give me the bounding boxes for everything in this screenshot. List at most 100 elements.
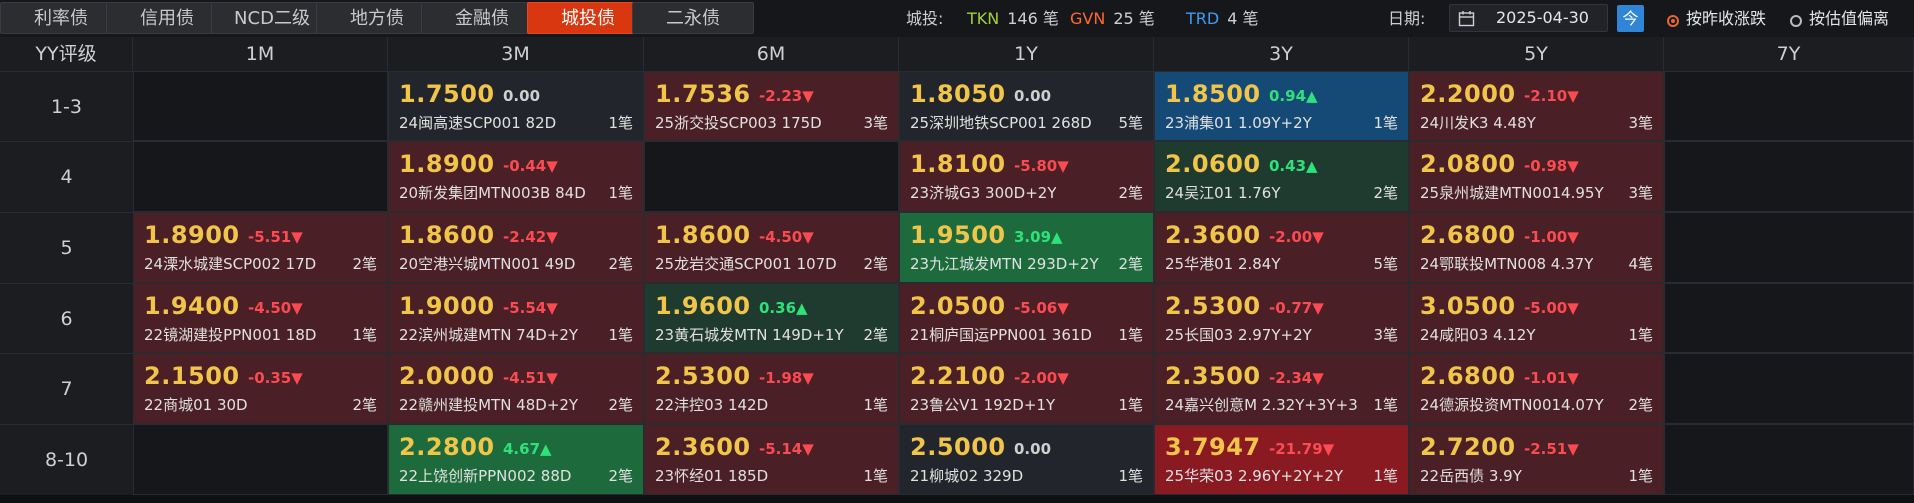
quote-cell[interactable]: 2.3600 -5.14▼ 23怀经01 185D 1笔 <box>644 424 899 495</box>
quote-cell[interactable]: 1.9000 -5.54▼ 22滨州城建MTN 74D+2Y 1笔 <box>388 283 644 353</box>
tab-6[interactable]: 二永债 <box>632 2 754 34</box>
quote-cell[interactable]: 2.0600 0.43▲ 24吴江01 1.76Y 2笔 <box>1154 141 1409 212</box>
quote-cell[interactable]: 1.9500 3.09▲ 23九江城发MTN 293D+2Y 2笔 <box>899 212 1154 283</box>
date-value[interactable]: 2025-04-30 <box>1496 5 1589 31</box>
quote-rate: 2.1500 <box>144 362 240 390</box>
quote-change: 0.00 <box>1014 87 1052 105</box>
tab-3[interactable]: 地方债 <box>316 2 438 34</box>
quote-cell[interactable]: 2.2000 -2.10▼ 24川发K3 4.48Y 3笔 <box>1409 71 1664 141</box>
quote-change: 0.36▲ <box>759 299 808 317</box>
trade-count: 2笔 <box>1118 184 1143 202</box>
bond-name: 21柳城02 329D <box>910 467 1024 485</box>
quote-cell[interactable]: 2.3500 -2.34▼ 24嘉兴创意M 2.32Y+3Y+3 1笔 <box>1154 353 1409 424</box>
quote-cell[interactable]: 1.8600 -4.50▼ 25龙岩交通SCP001 107D 2笔 <box>644 212 899 283</box>
quote-cell[interactable]: 2.0800 -0.98▼ 25泉州城建MTN0014.95Y 3笔 <box>1409 141 1664 212</box>
quote-rate: 2.0600 <box>1165 150 1261 178</box>
quote-cell[interactable]: 1.7500 0.00 24闽高速SCP001 82D 1笔 <box>388 71 644 141</box>
quote-change: -1.98▼ <box>759 369 814 387</box>
quote-rate: 3.7947 <box>1165 433 1261 461</box>
bond-name: 23九江城发MTN 293D+2Y <box>910 255 1099 273</box>
tab-0[interactable]: 利率债 <box>0 2 122 34</box>
radio-selected-icon[interactable] <box>1667 15 1679 27</box>
tab-5[interactable]: 城投债 <box>527 2 649 34</box>
quote-rate: 2.6800 <box>1420 221 1516 249</box>
quote-change: 0.94▲ <box>1269 87 1318 105</box>
trade-count: 2笔 <box>608 396 633 414</box>
quote-cell[interactable]: 1.8500 0.94▲ 23浦集01 1.09Y+2Y 1笔 <box>1154 71 1409 141</box>
quote-cell[interactable]: 3.7947 -21.79▼ 25华荣03 2.96Y+2Y+2Y 1笔 <box>1154 424 1409 495</box>
quote-change: -5.54▼ <box>503 299 558 317</box>
top-toolbar: 利率债 信用债 NCD二级 地方债 金融债 城投债 二永债 城投: TKN 146 笔 GVN… <box>0 0 1914 37</box>
tab-4[interactable]: 金融债 <box>421 2 543 34</box>
bond-name: 22商城01 30D <box>144 396 248 414</box>
summary-prefix: 城投: <box>906 0 943 37</box>
empty-cell <box>1664 71 1914 141</box>
empty-cell <box>1664 283 1914 353</box>
bond-name: 24德源投资MTN0014.07Y <box>1420 396 1604 414</box>
quote-cell[interactable]: 2.0500 -5.06▼ 21桐庐国运PPN001 361D 1笔 <box>899 283 1154 353</box>
quote-rate: 1.8500 <box>1165 80 1261 108</box>
row-label-4: 4 <box>0 141 133 212</box>
quote-cell[interactable]: 3.0500 -5.00▼ 24咸阳03 4.12Y 1笔 <box>1409 283 1664 353</box>
bond-name: 23浦集01 1.09Y+2Y <box>1165 114 1312 132</box>
quote-cell[interactable]: 1.8900 -0.44▼ 20新发集团MTN003B 84D 1笔 <box>388 141 644 212</box>
trade-count: 2笔 <box>1118 255 1143 273</box>
quote-cell[interactable]: 2.2100 -2.00▼ 23鲁公V1 192D+1Y 1笔 <box>899 353 1154 424</box>
quote-change: -2.00▼ <box>1269 228 1324 246</box>
bond-name: 25泉州城建MTN0014.95Y <box>1420 184 1604 202</box>
quote-cell[interactable]: 2.2800 4.67▲ 22上饶创新PPN002 88D 2笔 <box>388 424 644 495</box>
column-header-1M: 1M <box>133 37 388 71</box>
bond-name: 24闽高速SCP001 82D <box>399 114 557 132</box>
quote-cell[interactable]: 2.7200 -2.51▼ 22岳西债 3.9Y 1笔 <box>1409 424 1664 495</box>
quote-cell[interactable]: 2.6800 -1.01▼ 24德源投资MTN0014.07Y 2笔 <box>1409 353 1664 424</box>
tab-2[interactable]: NCD二级 <box>211 2 333 34</box>
quote-cell[interactable]: 1.8100 -5.80▼ 23济城G3 300D+2Y 2笔 <box>899 141 1154 212</box>
quote-cell[interactable]: 2.1500 -0.35▼ 22商城01 30D 2笔 <box>133 353 388 424</box>
bond-name: 22岳西债 3.9Y <box>1420 467 1522 485</box>
quote-cell[interactable]: 2.3600 -2.00▼ 25华港01 2.84Y 5笔 <box>1154 212 1409 283</box>
quote-change: -2.51▼ <box>1524 440 1579 458</box>
quote-cell[interactable]: 2.5300 -1.98▼ 22沣控03 142D 1笔 <box>644 353 899 424</box>
quote-change: -1.00▼ <box>1524 228 1579 246</box>
radio-sort-by-deviation[interactable]: 按估值偏离 <box>1790 0 1889 37</box>
quote-cell[interactable]: 1.8900 -5.51▼ 24溧水城建SCP002 17D 2笔 <box>133 212 388 283</box>
empty-cell <box>1664 212 1914 283</box>
quote-change: -5.51▼ <box>248 228 303 246</box>
quote-cell[interactable]: 2.0000 -4.51▼ 22赣州建投MTN 48D+2Y 2笔 <box>388 353 644 424</box>
column-header-5Y: 5Y <box>1409 37 1664 71</box>
quote-change: -0.98▼ <box>1524 157 1579 175</box>
quote-rate: 2.5000 <box>910 433 1006 461</box>
quote-cell[interactable]: 1.9400 -4.50▼ 22镜湖建投PPN001 18D 1笔 <box>133 283 388 353</box>
quote-cell[interactable]: 1.7536 -2.23▼ 25浙交投SCP003 175D 3笔 <box>644 71 899 141</box>
bond-name: 25深圳地铁SCP001 268D <box>910 114 1092 132</box>
bond-name: 23黄石城发MTN 149D+1Y <box>655 326 844 344</box>
quote-change: -21.79▼ <box>1269 440 1335 458</box>
quote-cell[interactable]: 1.8600 -2.42▼ 20空港兴城MTN001 49D 2笔 <box>388 212 644 283</box>
bond-name: 25华港01 2.84Y <box>1165 255 1281 273</box>
quote-cell[interactable]: 2.6800 -1.00▼ 24鄂联投MTN008 4.37Y 4笔 <box>1409 212 1664 283</box>
row-label-5: 5 <box>0 212 133 283</box>
quote-change: -5.00▼ <box>1524 299 1579 317</box>
tab-1[interactable]: 信用债 <box>106 2 228 34</box>
radio-sort-by-change-label[interactable]: 按昨收涨跌 <box>1686 9 1766 28</box>
radio-unselected-icon[interactable] <box>1790 15 1802 27</box>
quote-cell[interactable]: 2.5300 -0.77▼ 25长国03 2.97Y+2Y 3笔 <box>1154 283 1409 353</box>
quote-cell[interactable]: 2.5000 0.00 21柳城02 329D 1笔 <box>899 424 1154 495</box>
trade-count: 2笔 <box>863 255 888 273</box>
quote-change: 3.09▲ <box>1014 228 1063 246</box>
bond-name: 24鄂联投MTN008 4.37Y <box>1420 255 1594 273</box>
quote-cell[interactable]: 1.8050 0.00 25深圳地铁SCP001 268D 5笔 <box>899 71 1154 141</box>
empty-cell <box>1664 424 1914 495</box>
radio-sort-by-change[interactable]: 按昨收涨跌 <box>1667 0 1766 37</box>
bond-name: 25华荣03 2.96Y+2Y+2Y <box>1165 467 1344 485</box>
calendar-icon[interactable] <box>1458 10 1475 27</box>
today-button[interactable]: 今 <box>1617 5 1644 32</box>
date-picker[interactable]: 2025-04-30 <box>1449 4 1608 32</box>
quote-change: -2.23▼ <box>759 87 814 105</box>
quote-cell[interactable]: 1.9600 0.36▲ 23黄石城发MTN 149D+1Y 2笔 <box>644 283 899 353</box>
trade-count: 1笔 <box>1628 467 1653 485</box>
rating-tenor-grid: YY评级 1M 3M 6M 1Y 3Y 5Y 7Y 1-3 1.7500 0.00 24闽高速SCP0… <box>0 37 1914 503</box>
radio-sort-by-deviation-label[interactable]: 按估值偏离 <box>1809 9 1889 28</box>
trade-count: 2笔 <box>608 467 633 485</box>
quote-rate: 1.8050 <box>910 80 1006 108</box>
